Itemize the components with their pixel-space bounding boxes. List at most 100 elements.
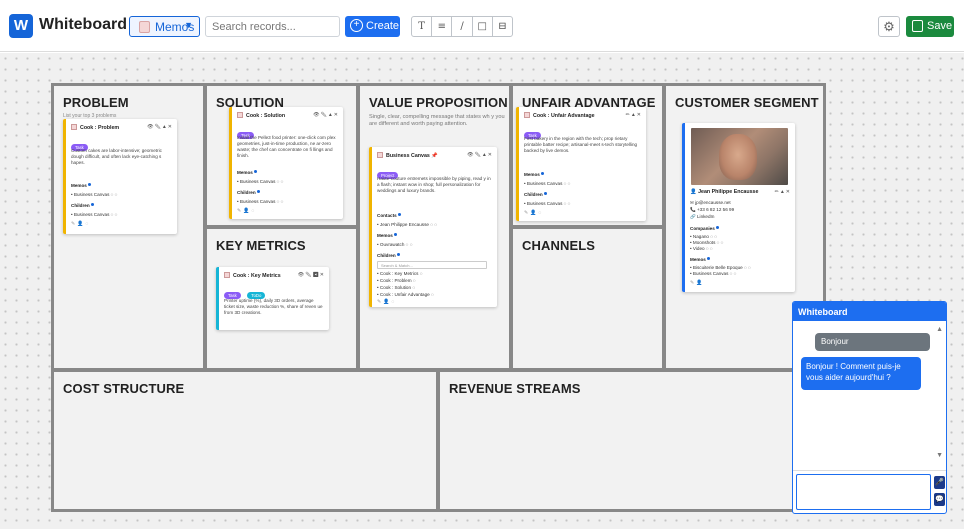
child-link[interactable]: • Cook : Unfair Advantage ◌ [377, 292, 434, 297]
card-actions[interactable]: 👁✏▲✕ [147, 124, 173, 130]
drawing-tools-group: T ≡ / □ ⊟ [411, 16, 513, 37]
cell-title-customer-segment: CUSTOMER SEGMENT [675, 95, 819, 110]
company-link[interactable]: • Moonshots ◌ ◌ [690, 240, 723, 245]
card-solution[interactable]: Cook : Solution 👁✏▲✕ Task Install the Pe… [229, 107, 343, 219]
card-actions[interactable]: 👁✏▲✕ [313, 112, 339, 118]
memo-link[interactable]: • Business Canvas ◌ ◌ [237, 179, 283, 184]
gear-icon: ⚙ [883, 19, 895, 34]
contact-email[interactable]: ✉ jp@encausse.net [690, 200, 731, 206]
card-description: Haute-couture entremets impossible by pi… [377, 176, 491, 193]
memo-icon [224, 272, 230, 278]
chat-message-user: Bonjour [815, 333, 930, 351]
card-unfair-advantage[interactable]: Cook : Unfair Advantage ✏▲✕ Task First b… [516, 107, 646, 221]
cell-unfair-advantage[interactable]: UNFAIR ADVANTAGE Cook : Unfair Advantage… [513, 86, 662, 225]
save-button-label: Save [927, 20, 953, 32]
lean-canvas-board: PROBLEM List your top 3 problems Cook : … [51, 83, 826, 512]
cell-cost-structure[interactable]: COST STRUCTURE [54, 372, 436, 509]
send-message-icon[interactable]: 💬 [934, 493, 945, 506]
card-description: First bakery in the region with the tech… [524, 136, 638, 153]
app-title: Whiteboard [39, 16, 127, 33]
company-link[interactable]: • Video ◌ ◌ [690, 246, 713, 251]
card-accent-bar [516, 107, 519, 221]
child-link[interactable]: • Cook : Problem ◌ [377, 278, 416, 283]
card-business-canvas[interactable]: Business Canvas 📌 👁✏▲✕ Project Haute-cou… [369, 147, 497, 307]
chevron-down-icon: ▼ [184, 20, 193, 30]
cell-title-problem: PROBLEM [63, 95, 129, 110]
memo-icon [139, 21, 150, 33]
child-link[interactable]: • Cook : Key Metrics ◌ [377, 271, 422, 276]
cell-problem[interactable]: PROBLEM List your top 3 problems Cook : … [54, 86, 203, 368]
layout-tool-icon[interactable]: ⊟ [493, 17, 512, 36]
memos-dropdown[interactable]: Memos ▼ [129, 16, 200, 37]
cell-title-revenue-streams: REVENUE STREAMS [449, 381, 581, 396]
cell-title-key-metrics: KEY METRICS [216, 238, 306, 253]
microphone-icon[interactable]: 🎤 [934, 476, 945, 489]
card-description: Custom cakes are labor-intensive; geomet… [71, 148, 162, 165]
create-button[interactable]: + Create [345, 16, 400, 37]
memo-link[interactable]: • Business Canvas ◌ ◌ [524, 181, 570, 186]
top-toolbar: W Whiteboard Memos ▼ + Create T ≡ / □ ⊟ … [0, 0, 964, 52]
memo-link[interactable]: • Business Canvas ◌ ◌ [71, 192, 117, 197]
cell-channels[interactable]: CHANNELS [513, 229, 662, 368]
cell-title-value-proposition: VALUE PROPOSITION [369, 95, 508, 110]
card-problem[interactable]: Cook : Problem 👁✏▲✕ Task Custom cakes ar… [63, 119, 177, 234]
card-contact[interactable]: 👤 Jean Philippe Encausse ✏▲✕ ✉ jp@encaus… [682, 123, 795, 292]
card-footer-icons[interactable]: ✎👤◌ [524, 210, 543, 216]
rectangle-tool-icon[interactable]: □ [473, 17, 493, 36]
card-actions[interactable]: 👁✏▲✕ [467, 152, 493, 158]
contact-phone[interactable]: 📞 +33 6 82 12 56 99 [690, 207, 734, 213]
children-label: Children [524, 192, 547, 197]
cell-solution[interactable]: SOLUTION Cook : Solution 👁✏▲✕ Task Insta… [207, 86, 356, 225]
card-actions[interactable]: 👁✏◀✕ [298, 272, 325, 278]
card-actions[interactable]: ✏▲✕ [626, 112, 642, 118]
chat-title: Whiteboard [793, 302, 946, 321]
contact-linkedin[interactable]: 🔗 LinkedIn [690, 214, 714, 220]
cell-key-metrics[interactable]: KEY METRICS Cook : Key Metrics 👁✏◀✕ Task… [207, 229, 356, 368]
child-link[interactable]: • Business Canvas ◌ ◌ [524, 201, 570, 206]
card-footer-icons[interactable]: ✎👤◌ [237, 208, 256, 214]
company-link[interactable]: • Nagano ◌ ◌ [690, 234, 717, 239]
card-footer-icons[interactable]: ✎👤◌ [377, 299, 396, 305]
chat-divider [793, 470, 946, 471]
card-actions[interactable]: ✏▲✕ [775, 189, 791, 195]
scroll-up-icon[interactable]: ▲ [936, 326, 943, 333]
contact-link[interactable]: • Jean Philippe Encausse ◌ ◌ [377, 222, 437, 227]
card-footer-icons[interactable]: ✎👤◌ [71, 221, 90, 227]
scroll-down-icon[interactable]: ▼ [936, 452, 943, 459]
memo-icon [71, 124, 77, 130]
child-link[interactable]: • Business Canvas ◌ ◌ [237, 199, 283, 204]
save-button[interactable]: Save [906, 16, 954, 37]
card-footer-icons[interactable]: ✎👤 [690, 280, 704, 286]
chat-widget: Whiteboard ▲ Bonjour Bonjour ! Comment p… [792, 301, 947, 514]
cell-value-proposition[interactable]: VALUE PROPOSITION Single, clear, compell… [360, 86, 509, 368]
plus-circle-icon: + [350, 19, 363, 32]
cell-revenue-streams[interactable]: REVENUE STREAMS [440, 372, 823, 509]
card-accent-bar [682, 123, 685, 292]
list-tool-icon[interactable]: ≡ [432, 17, 453, 36]
line-tool-icon[interactable]: / [452, 17, 473, 36]
child-link[interactable]: • Business Canvas ◌ ◌ [71, 212, 117, 217]
card-accent-bar [63, 119, 66, 234]
children-search-input[interactable]: Search & Match... [377, 261, 487, 269]
contacts-label: Contacts [377, 213, 401, 218]
search-input[interactable] [205, 16, 340, 37]
memo-link[interactable]: • Business Canvas ◌ ◌ [690, 271, 736, 276]
memo-icon [524, 112, 530, 118]
memo-link[interactable]: • Ouvrawatch ◌ ◌ [377, 242, 412, 247]
child-link[interactable]: • Cook : Solution ◌ [377, 285, 415, 290]
memos-label: Memos [377, 233, 397, 238]
chat-input[interactable] [796, 474, 931, 510]
settings-button[interactable]: ⚙ [878, 16, 900, 37]
card-title: Cook : Unfair Advantage [524, 112, 642, 121]
text-tool-icon[interactable]: T [412, 17, 433, 36]
children-label: Children [71, 203, 94, 208]
card-description: Install the Pelle3 food printer: one-cli… [237, 135, 336, 158]
memo-icon [237, 112, 243, 118]
card-key-metrics[interactable]: Cook : Key Metrics 👁✏◀✕ Task ToDo Printe… [216, 267, 329, 330]
cell-title-cost-structure: COST STRUCTURE [63, 381, 185, 396]
memo-link[interactable]: • Biscuiterie Belle Epoque ◌ ◌ [690, 265, 751, 270]
cell-subtitle-value-proposition: Single, clear, compelling message that s… [369, 114, 505, 127]
card-accent-bar [369, 147, 372, 307]
memos-label: Memos [237, 170, 257, 175]
memos-label: Memos [71, 183, 91, 188]
